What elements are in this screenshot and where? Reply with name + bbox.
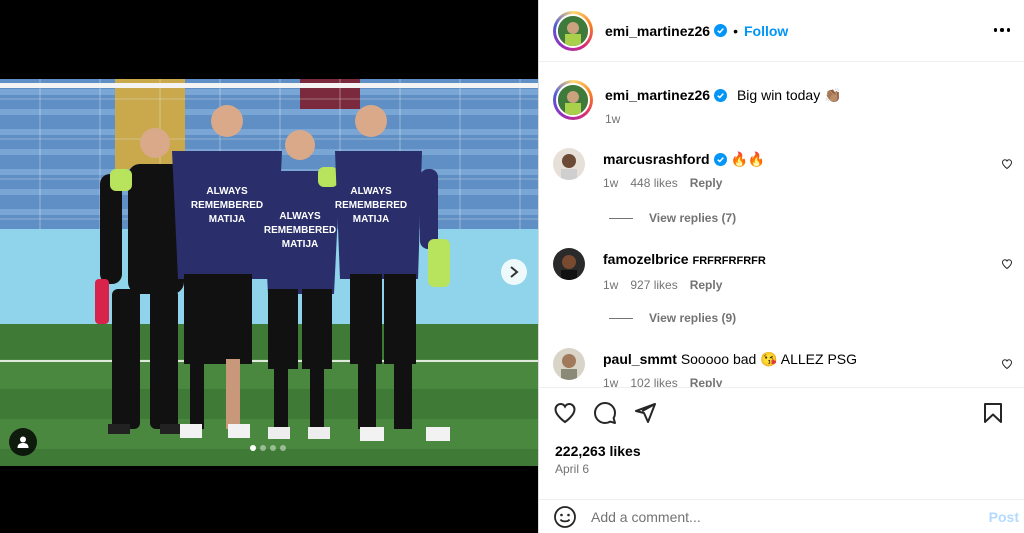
comment-bubble-icon[interactable]	[593, 401, 617, 425]
view-replies-button[interactable]: View replies (7)	[609, 211, 736, 225]
caption-author-avatar[interactable]	[553, 80, 593, 120]
shirt3-text-line2: REMEMBERED	[335, 200, 407, 211]
verified-badge-icon	[714, 89, 728, 102]
comments-list[interactable]: emi_martinez26 Big win today 👏🏽 1w marcu…	[539, 62, 1024, 387]
comment-item: famozelbrice FRFRFRFRFR 1w 927 likes Reply	[553, 248, 1013, 292]
shirt2-text-line2: REMEMBERED	[264, 225, 336, 236]
comment-input[interactable]	[591, 508, 971, 525]
shirt-text-line3: MATIJA	[209, 214, 245, 225]
comment-text: FRFRFRFRFR	[692, 255, 766, 267]
shirt-text-line1: ALWAYS	[206, 186, 248, 197]
reply-button[interactable]: Reply	[690, 278, 723, 292]
view-replies-button[interactable]: View replies (9)	[609, 311, 736, 325]
person-icon	[17, 436, 29, 448]
comment-time: 1w	[603, 176, 619, 190]
carousel-indicator	[250, 445, 286, 451]
comment-text: Sooooo bad 😘 ALLEZ PSG	[680, 351, 858, 367]
commenter-username[interactable]: marcusrashford	[603, 151, 710, 167]
verified-badge-icon	[714, 24, 728, 37]
view-replies-label: View replies (9)	[649, 311, 737, 325]
header-separator: •	[733, 22, 738, 39]
comment-likes[interactable]: 927 likes	[630, 278, 677, 292]
shirt2-text-line1: ALWAYS	[279, 211, 321, 222]
more-options-button[interactable]	[990, 18, 1014, 42]
caption-text: Big win today 👏🏽	[736, 87, 842, 103]
post-sidebar: emi_martinez26 • Follow emi_martinez26 B…	[538, 0, 1024, 533]
tagged-users-button[interactable]	[9, 428, 37, 456]
chevron-right-icon	[510, 266, 519, 278]
comment-text: 🔥🔥	[730, 151, 766, 167]
carousel-dot	[280, 445, 286, 451]
comment-likes[interactable]: 102 likes	[630, 376, 677, 387]
emoji-icon[interactable]	[553, 505, 577, 529]
commenter-avatar[interactable]	[553, 248, 585, 280]
post-dialog: ALWAYS REMEMBERED MATIJA ALWAYS REMEMBER…	[0, 0, 1024, 533]
caption-time: 1w	[605, 112, 621, 126]
commenter-avatar[interactable]	[553, 348, 585, 380]
post-caption: emi_martinez26 Big win today 👏🏽 1w	[553, 80, 842, 126]
more-icon	[993, 28, 998, 32]
like-comment-heart-icon[interactable]	[1001, 358, 1013, 370]
post-actions	[539, 387, 1024, 437]
author-username[interactable]: emi_martinez26	[605, 23, 710, 39]
comment-time: 1w	[603, 376, 619, 387]
shirt3-text-line3: MATIJA	[353, 214, 389, 225]
shirt3-text-line1: ALWAYS	[350, 186, 392, 197]
commenter-username[interactable]: famozelbrice	[603, 251, 689, 267]
comment-likes[interactable]: 448 likes	[630, 176, 677, 190]
like-heart-icon[interactable]	[553, 401, 577, 425]
like-comment-heart-icon[interactable]	[1001, 158, 1013, 170]
reply-button[interactable]: Reply	[690, 376, 723, 387]
comment-composer: Post	[539, 499, 1024, 533]
shirt-text-line2: REMEMBERED	[191, 200, 263, 211]
comment-item: marcusrashford 🔥🔥 1w 448 likes Reply	[553, 148, 1013, 190]
view-replies-label: View replies (7)	[649, 211, 737, 225]
media-pane: ALWAYS REMEMBERED MATIJA ALWAYS REMEMBER…	[0, 0, 538, 533]
post-comment-button[interactable]: Post	[989, 509, 1019, 525]
carousel-dot	[270, 445, 276, 451]
reply-button[interactable]: Reply	[690, 176, 723, 190]
post-date: April 6	[555, 462, 590, 476]
comment-item: paul_smmt Sooooo bad 😘 ALLEZ PSG 1w 102 l…	[553, 348, 1013, 387]
carousel-dot	[250, 445, 256, 451]
bookmark-icon[interactable]	[981, 401, 1005, 425]
carousel-dot	[260, 445, 266, 451]
commenter-avatar[interactable]	[553, 148, 585, 180]
follow-button[interactable]: Follow	[744, 23, 788, 39]
shirt2-text-line3: MATIJA	[282, 239, 318, 250]
post-header: emi_martinez26 • Follow	[539, 0, 1024, 62]
author-avatar[interactable]	[553, 10, 593, 51]
commenter-username[interactable]: paul_smmt	[603, 351, 677, 367]
caption-username[interactable]: emi_martinez26	[605, 87, 710, 103]
share-send-icon[interactable]	[633, 401, 657, 425]
post-photo[interactable]: ALWAYS REMEMBERED MATIJA ALWAYS REMEMBER…	[0, 79, 538, 466]
verified-badge-icon	[713, 153, 727, 166]
carousel-next-button[interactable]	[501, 259, 527, 285]
post-likes-count[interactable]: 222,263 likes	[555, 443, 641, 459]
like-comment-heart-icon[interactable]	[1001, 258, 1013, 270]
comment-time: 1w	[603, 278, 619, 292]
